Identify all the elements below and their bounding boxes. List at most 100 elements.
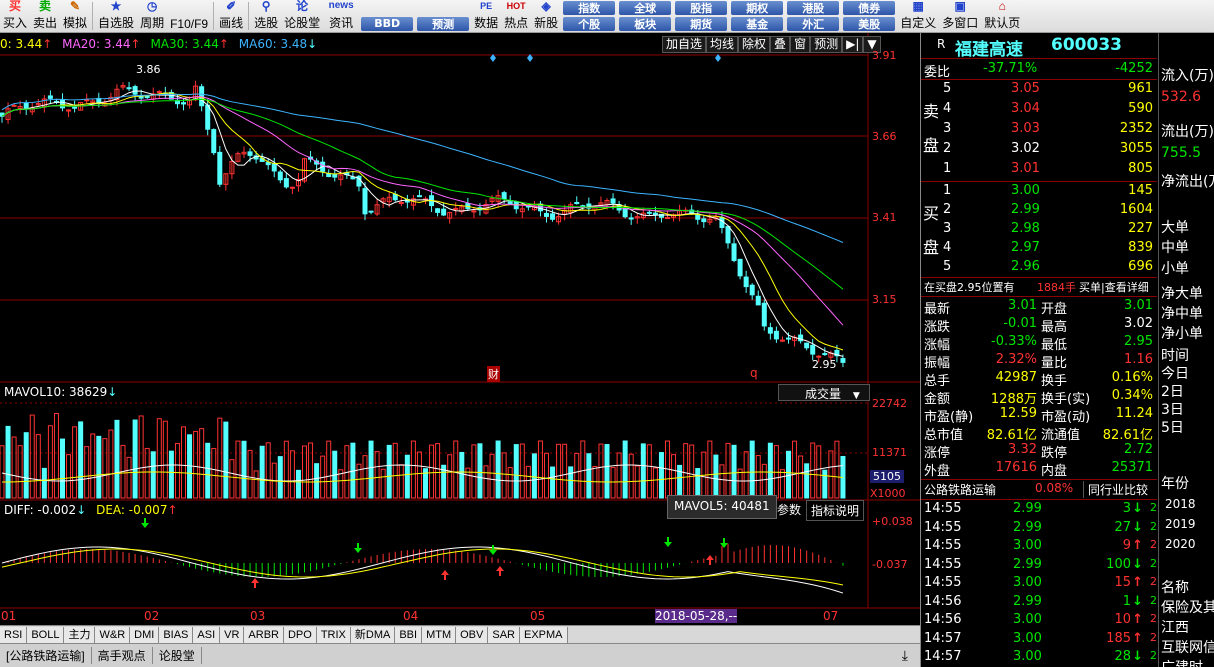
buy-level-row[interactable]: 3 2.98 227 [921,221,1157,239]
industry-link[interactable]: 公路铁路运输 [924,481,996,498]
expert-view-tab[interactable]: 高手观点 [92,647,153,664]
f10-button[interactable]: F10/F9 [167,0,211,32]
single-stock-button[interactable]: 个股 [563,16,616,31]
indicator-tab[interactable]: VR [220,626,245,643]
window-button[interactable]: 窗 [790,36,811,53]
index-button[interactable]: 指数 [563,0,616,15]
indicator-tab[interactable]: DPO [283,626,317,643]
sell-level-row[interactable]: 1 3.01 805 [921,161,1157,179]
fund-button[interactable]: 基金 [731,16,784,31]
watchlist-button[interactable]: ★ 自选股 [95,0,137,32]
indicator-tab[interactable]: ARBR [244,626,284,643]
candle-body [271,163,277,172]
forecast-button[interactable]: 预测 [417,16,470,31]
params-tab[interactable]: 参数 [777,501,801,518]
sell-level-row[interactable]: 2 3.02 3055 [921,141,1157,159]
indicator-tab[interactable]: TRIX [316,626,351,643]
industry-compare-button[interactable]: 同行业比较 [1083,481,1148,498]
buy-level-row[interactable]: 4 2.97 839 [921,240,1157,258]
volume-bar [586,453,592,499]
hk-stock-button[interactable]: 港股 [787,0,840,15]
volume-bar [53,413,59,499]
buy-level-row[interactable]: 1 3.00 145 [921,183,1157,201]
fund-flow-panel: 流入(万) 532.6 流出(万) 755.5 净流出(万) 大单中单小单净大单净中单净小… [1158,33,1214,667]
candle-body [471,210,477,213]
indicator-tab[interactable]: RSI [0,626,28,643]
volume-bar [289,450,295,499]
simulate-button[interactable]: ✎ 模拟 [60,0,90,32]
indicator-help-button[interactable]: 指标说明 [806,500,865,521]
indicator-tab[interactable]: BBI [395,626,423,643]
expand-icon[interactable]: ▶| [842,36,864,53]
indicator-tab[interactable]: OBV [456,626,489,643]
period-button[interactable]: ◷ 周期 [137,0,167,32]
us-stock-button[interactable]: 美股 [843,16,896,31]
buy-button[interactable]: 买买入 [0,0,30,32]
candle-body [277,171,283,181]
indicator-tab[interactable]: EXPMA [519,626,568,643]
view-detail-link[interactable]: 买单|查看详细 [1079,279,1149,295]
draw-button[interactable]: ✐ 画线 [216,0,246,32]
indicator-tab[interactable]: BOLL [27,626,65,643]
volume-bar [308,442,314,499]
kline-chart-area[interactable]: 0: 3.44↑ MA20: 3.44↑ MA30: 3.44↑ MA60: 3… [0,33,920,633]
buy-level-row[interactable]: 2 2.99 1604 [921,202,1157,220]
indicator-tab[interactable]: SAR [488,626,520,643]
volume-bar [616,452,622,499]
bond-button[interactable]: 债券 [843,0,896,15]
volume-bar [628,453,634,499]
new-stock-button[interactable]: ◈ 新股 [531,0,561,32]
adjust-button[interactable]: 除权 [738,36,771,53]
q-marker[interactable]: q [750,366,758,380]
hot-button[interactable]: HOT 热点 [501,0,531,32]
candle-body [435,208,441,213]
sell-signal-arrow [720,538,728,548]
financial-marker[interactable]: 财 [487,366,500,382]
sell-level-row[interactable]: 4 3.04 590 [921,101,1157,119]
global-button[interactable]: 全球 [619,0,672,15]
news-button[interactable]: news 资讯 [323,0,359,32]
sell-level-row[interactable]: 3 3.03 2352 [921,121,1157,139]
volume-bar [416,451,422,499]
volume-bar [217,417,223,499]
custom-button[interactable]: ▦ 自定义 [897,0,939,32]
industry-row: 公路铁路运输 0.08% 同行业比较 [924,481,1149,498]
forum-button[interactable]: 论论股堂 [281,0,323,32]
data-button[interactable]: PE 数据 [471,0,501,32]
sector-tab[interactable]: [公路铁路运输] [0,647,92,664]
stock-terminal-window: 买买入 卖卖出 ✎ 模拟 ★ 自选股 ◷ 周期 F10/F9 ✐ 画线 ⚲ 选股 论论股堂… [0,0,1214,667]
bbd-button[interactable]: BBD [361,16,414,31]
indicator-tab[interactable]: ASI [193,626,221,643]
buy-level-row[interactable]: 5 2.96 696 [921,259,1157,277]
forex-button[interactable]: 外汇 [787,16,840,31]
indicator-tab[interactable]: DMI [130,626,160,643]
indicator-tab[interactable]: MTM [422,626,457,643]
candle-body [755,295,761,306]
chart-canvas[interactable] [0,33,920,633]
quote-stat-row: 总市值 82.61亿 流通值 82.61亿 [924,428,1153,443]
stock-screen-button[interactable]: ⚲ 选股 [251,0,281,32]
indicator-selector[interactable]: 成交量 ▼ [778,384,870,401]
sector-button[interactable]: 板块 [619,16,672,31]
indicator-tab[interactable]: BIAS [159,626,194,643]
indicator-tab[interactable]: 主力 [64,626,96,643]
default-page-button[interactable]: ⌂ 默认页 [981,0,1023,32]
volume-bar [683,443,689,499]
volume-bar [404,454,410,499]
overlay-button[interactable]: 叠 [770,36,791,53]
indicator-tab[interactable]: W&R [95,626,131,643]
predict-button[interactable]: 预测 [810,36,843,53]
index-futures-button[interactable]: 股指 [675,0,728,15]
multi-window-button[interactable]: ▣ 多窗口 [939,0,981,32]
add-watch-button[interactable]: 加自选 [662,36,707,53]
forum-icon: 论 [296,0,309,13]
sell-level-row[interactable]: 5 3.05 961 [921,81,1157,99]
sell-button[interactable]: 卖卖出 [30,0,60,32]
futures-button[interactable]: 期货 [675,16,728,31]
forum-tab[interactable]: 论股堂 [153,647,202,664]
options-button[interactable]: 期权 [731,0,784,15]
download-icon[interactable]: ⤓ [902,648,908,664]
big-order-label: 大单 [1161,220,1189,236]
ma-button[interactable]: 均线 [706,36,739,53]
indicator-tab[interactable]: 新DMA [350,626,396,643]
